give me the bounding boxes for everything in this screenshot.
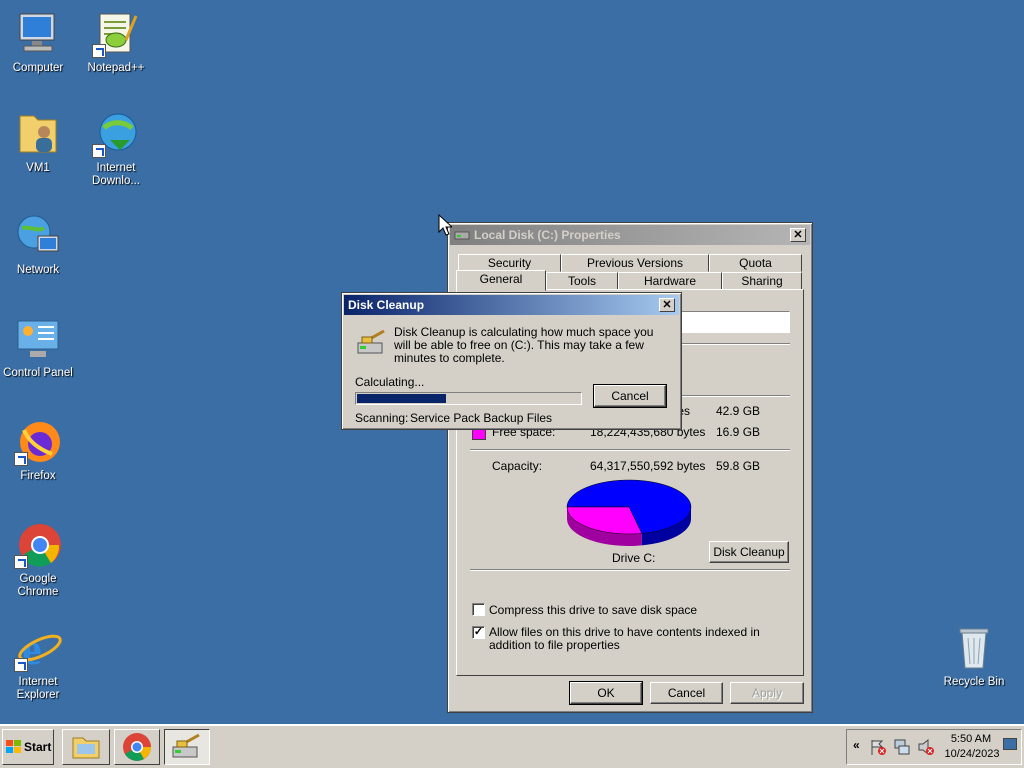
- apply-button[interactable]: Apply: [730, 682, 804, 704]
- desktop-icon-idm[interactable]: Internet Downlo...: [76, 110, 156, 188]
- capacity-size: 59.8 GB: [716, 459, 761, 473]
- disk-cleanup-icon: [172, 733, 200, 758]
- desktop-icon-recycle-bin[interactable]: Recycle Bin: [934, 624, 1014, 689]
- disk-cleanup-titlebar[interactable]: Disk Cleanup ✕: [344, 295, 679, 315]
- capacity-label: Capacity:: [492, 459, 543, 473]
- file-explorer-icon: [72, 737, 100, 759]
- desktop-icon-label: Internet Downlo...: [92, 162, 140, 187]
- tab-tools[interactable]: Tools: [546, 272, 618, 290]
- mouse-cursor-icon: [438, 214, 452, 236]
- capacity-bytes: 64,317,550,592 bytes: [590, 459, 706, 473]
- desktop-icon-network[interactable]: Network: [0, 212, 78, 277]
- desktop-icon-label: Control Panel: [3, 367, 73, 379]
- user-folder-icon: [14, 110, 62, 158]
- desktop-icon-chrome[interactable]: Google Chrome: [0, 521, 78, 599]
- separator: [470, 449, 790, 451]
- internet-explorer-icon: e: [14, 624, 62, 674]
- tab-sharing[interactable]: Sharing: [722, 272, 802, 290]
- desktop-icon-label: Notepad++: [87, 62, 145, 74]
- tab-previous-versions[interactable]: Previous Versions: [561, 254, 709, 272]
- desktop-icon-label: Recycle Bin: [943, 676, 1005, 688]
- index-checkbox[interactable]: ✓: [472, 626, 485, 639]
- desktop-icon-label: Network: [16, 264, 60, 276]
- disk-usage-pie-chart: [566, 479, 692, 546]
- shortcut-arrow-icon: [14, 555, 28, 569]
- desktop-icon-label: VM1: [26, 162, 50, 174]
- free-space-size: 16.9 GB: [716, 425, 761, 439]
- network-status-icon[interactable]: [893, 738, 911, 756]
- desktop-icon-ie[interactable]: e Internet Explorer: [0, 624, 78, 702]
- disk-cleanup-dialog: Disk Cleanup ✕ Disk Cleanup is calculati…: [341, 292, 682, 430]
- chrome-icon: [14, 521, 62, 569]
- internet-download-manager-icon: [92, 110, 140, 158]
- computer-icon: [14, 10, 62, 58]
- desktop-icon-label: Google Chrome: [17, 573, 59, 598]
- desktop-icon-computer[interactable]: Computer: [0, 10, 78, 75]
- desktop-icon-control-panel[interactable]: Control Panel: [0, 315, 78, 380]
- desktop-icon-firefox[interactable]: Firefox: [0, 418, 78, 483]
- properties-title: Local Disk (C:) Properties: [474, 228, 621, 242]
- clock-date[interactable]: 10/24/2023: [943, 748, 1001, 760]
- disk-cleanup-cancel-button[interactable]: Cancel: [593, 384, 667, 408]
- recycle-bin-icon: [950, 624, 998, 672]
- start-button[interactable]: Start: [2, 729, 54, 765]
- action-center-flag-icon[interactable]: [869, 738, 887, 756]
- shortcut-arrow-icon: [14, 658, 28, 672]
- ok-button[interactable]: OK: [569, 681, 643, 705]
- index-label: Allow files on this drive to have conten…: [489, 625, 760, 652]
- tab-hardware[interactable]: Hardware: [618, 272, 722, 290]
- properties-close-button[interactable]: ✕: [790, 228, 806, 242]
- drive-label: Drive C:: [612, 551, 656, 565]
- control-panel-icon: [14, 315, 62, 363]
- progress-bar-fill: [357, 394, 447, 403]
- separator: [470, 569, 790, 571]
- taskbar-explorer[interactable]: [62, 729, 110, 765]
- drive-icon: [454, 231, 470, 240]
- windows-logo-icon: [6, 740, 21, 753]
- chrome-icon: [123, 733, 151, 761]
- desktop-icon-label: Internet Explorer: [16, 676, 60, 701]
- volume-label-field[interactable]: [678, 311, 790, 333]
- disk-cleanup-button[interactable]: Disk Cleanup: [709, 541, 789, 563]
- shortcut-arrow-icon: [14, 452, 28, 466]
- disk-cleanup-icon: [357, 329, 385, 354]
- progress-bar: [355, 392, 582, 405]
- show-hidden-icons-button[interactable]: «: [853, 738, 860, 752]
- used-space-size: 42.9 GB: [716, 404, 761, 418]
- desktop-icon-vm1[interactable]: VM1: [0, 110, 78, 175]
- show-desktop-button[interactable]: [1003, 738, 1017, 750]
- taskbar: Start « 5:50 AM 10/24/2023: [0, 724, 1024, 768]
- volume-muted-icon[interactable]: [917, 738, 935, 756]
- taskbar-chrome[interactable]: [114, 729, 160, 765]
- cancel-button[interactable]: Cancel: [650, 682, 723, 704]
- firefox-icon: [14, 418, 62, 466]
- disk-cleanup-title: Disk Cleanup: [348, 298, 425, 312]
- clock-time[interactable]: 5:50 AM: [949, 733, 993, 745]
- properties-titlebar[interactable]: Local Disk (C:) Properties ✕: [450, 225, 810, 245]
- desktop-icon-label: Computer: [12, 62, 64, 74]
- scanning-label: Scanning:: [355, 411, 409, 425]
- disk-cleanup-message: Disk Cleanup is calculating how much spa…: [394, 325, 654, 365]
- start-label: Start: [24, 740, 52, 754]
- scanning-item: Service Pack Backup Files: [410, 411, 553, 425]
- network-icon: [14, 212, 62, 260]
- desktop-icon-label: Firefox: [20, 470, 56, 482]
- compress-checkbox[interactable]: [472, 603, 485, 616]
- shortcut-arrow-icon: [92, 144, 106, 158]
- tab-quota[interactable]: Quota: [709, 254, 802, 272]
- shortcut-arrow-icon: [92, 44, 106, 58]
- disk-cleanup-close-button[interactable]: ✕: [659, 298, 675, 312]
- compress-label: Compress this drive to save disk space: [489, 603, 698, 617]
- desktop-icon-notepadpp[interactable]: Notepad++: [76, 10, 156, 75]
- calculating-label: Calculating...: [355, 375, 425, 389]
- taskbar-disk-cleanup[interactable]: [164, 729, 210, 765]
- tab-general[interactable]: General: [456, 270, 546, 291]
- system-tray: « 5:50 AM 10/24/2023: [846, 729, 1022, 765]
- notepadpp-icon: [92, 10, 140, 58]
